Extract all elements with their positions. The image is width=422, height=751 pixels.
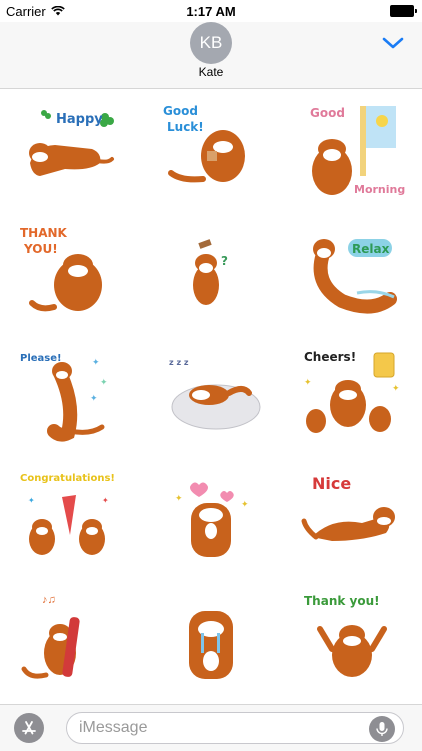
svg-text:Good: Good xyxy=(163,104,198,118)
svg-text:Nice: Nice xyxy=(312,474,351,493)
microphone-icon xyxy=(376,722,388,736)
svg-text:✦: ✦ xyxy=(90,393,98,403)
app-store-icon xyxy=(22,721,36,735)
carrier-label: Carrier xyxy=(6,3,46,19)
contact-avatar[interactable]: KB xyxy=(190,22,232,64)
svg-text:YOU!: YOU! xyxy=(23,242,58,256)
sticker-good-morning[interactable]: Good Morning xyxy=(281,90,422,212)
sticker-grid: Happy Good Luck! Good Morning THANK YOU!… xyxy=(0,90,422,704)
otter-congratulations-icon: Congratulations! ✦ ✦ xyxy=(20,473,115,555)
svg-text:✦: ✦ xyxy=(100,377,108,387)
otter-sleeping-icon: z z z xyxy=(169,358,261,430)
svg-text:Please!: Please! xyxy=(20,353,62,364)
sticker-good-luck[interactable]: Good Luck! xyxy=(141,90,282,212)
svg-text:✦: ✦ xyxy=(102,496,109,505)
otter-cheers-icon: Cheers! ✦ ✦ xyxy=(304,350,400,433)
chevron-down-icon[interactable] xyxy=(382,36,404,50)
otter-thank-you-arms-icon: Thank you! xyxy=(304,594,387,677)
sticker-please[interactable]: Please! ✦ ✦ ✦ xyxy=(0,334,141,456)
sticker-relax[interactable]: Relax xyxy=(281,212,422,334)
message-input-bar: iMessage xyxy=(0,704,422,751)
svg-text:Morning: Morning xyxy=(354,183,405,196)
otter-thank-you-icon: THANK YOU! xyxy=(20,226,103,312)
imessage-placeholder: iMessage xyxy=(79,719,148,736)
status-left: Carrier xyxy=(0,4,65,19)
battery-icon xyxy=(390,5,417,17)
otter-music-icon: ♪♫ xyxy=(21,594,80,679)
svg-text:♪♫: ♪♫ xyxy=(42,594,56,606)
avatar-initials: KB xyxy=(199,33,223,52)
svg-text:✦: ✦ xyxy=(28,496,35,505)
otter-happy-icon: Happy xyxy=(29,110,115,176)
conversation-header: KB Kate xyxy=(0,22,422,89)
status-bar: Carrier 1:17 AM xyxy=(0,0,422,22)
sticker-love[interactable]: ✦ ✦ xyxy=(141,456,282,578)
svg-text:✦: ✦ xyxy=(175,493,183,503)
svg-text:Luck!: Luck! xyxy=(167,120,204,134)
sticker-nice[interactable]: Nice xyxy=(281,456,422,578)
svg-text:✦: ✦ xyxy=(304,377,312,387)
otter-nice-icon: Nice xyxy=(301,474,395,541)
microphone-button[interactable] xyxy=(369,716,395,742)
otter-relax-icon: Relax xyxy=(312,239,397,314)
svg-text:THANK: THANK xyxy=(20,226,68,240)
svg-text:✦: ✦ xyxy=(92,357,100,367)
otter-good-morning-icon: Good Morning xyxy=(310,106,405,196)
svg-text:✦: ✦ xyxy=(241,499,249,509)
contact-name[interactable]: Kate xyxy=(0,65,422,79)
svg-text:Happy: Happy xyxy=(56,112,103,127)
status-right xyxy=(390,5,422,17)
svg-text:Thank you!: Thank you! xyxy=(304,594,380,608)
sticker-music[interactable]: ♪♫ xyxy=(0,578,141,700)
otter-please-icon: Please! ✦ ✦ ✦ xyxy=(20,353,108,442)
sticker-confused[interactable]: ? xyxy=(141,212,282,334)
svg-text:Cheers!: Cheers! xyxy=(304,350,356,364)
svg-text:Relax: Relax xyxy=(352,242,390,256)
svg-text:Congratulations!: Congratulations! xyxy=(20,473,115,484)
sticker-crying[interactable] xyxy=(141,578,282,700)
sticker-thank-you-lying[interactable]: THANK YOU! xyxy=(0,212,141,334)
wifi-icon xyxy=(50,6,65,16)
sticker-happy[interactable]: Happy xyxy=(0,90,141,212)
otter-love-icon: ✦ ✦ xyxy=(175,482,249,557)
otter-good-luck-icon: Good Luck! xyxy=(163,104,245,183)
sticker-thank-you-arms[interactable]: Thank you! xyxy=(281,578,422,700)
sticker-sleeping[interactable]: z z z xyxy=(141,334,282,456)
svg-text:z z z: z z z xyxy=(169,358,189,367)
svg-text:Good: Good xyxy=(310,106,345,120)
otter-crying-icon xyxy=(188,611,233,679)
svg-text:✦: ✦ xyxy=(392,383,400,393)
imessage-input[interactable]: iMessage xyxy=(66,712,404,744)
svg-text:?: ? xyxy=(221,254,228,268)
app-store-button[interactable] xyxy=(14,713,44,743)
otter-confused-icon: ? xyxy=(192,239,228,305)
sticker-congratulations[interactable]: Congratulations! ✦ ✦ xyxy=(0,456,141,578)
sticker-cheers[interactable]: Cheers! ✦ ✦ xyxy=(281,334,422,456)
